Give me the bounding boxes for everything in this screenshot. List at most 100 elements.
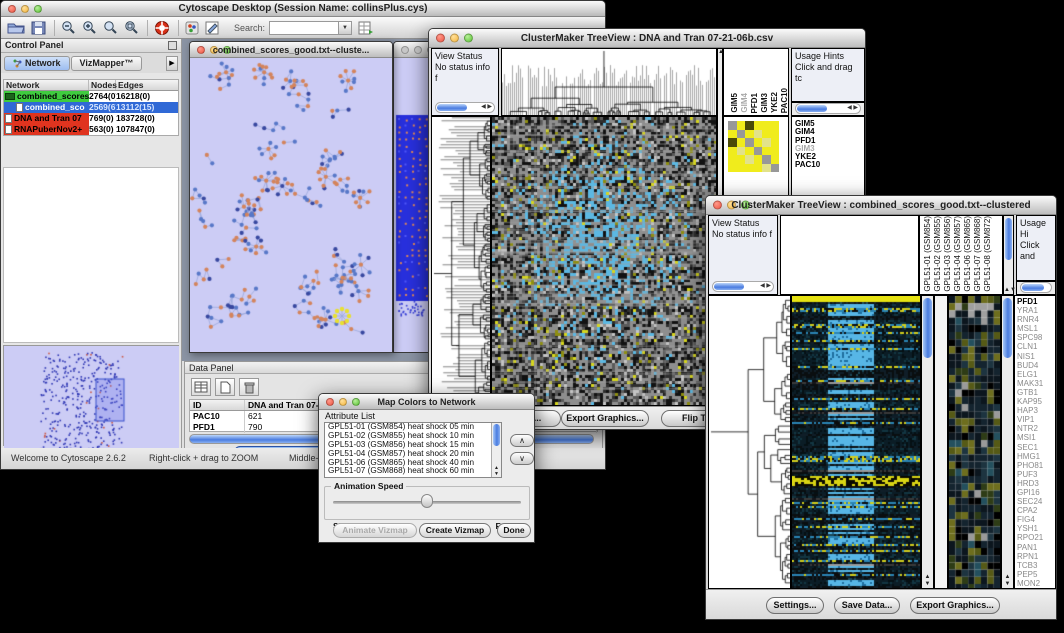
table-import-icon[interactable] (358, 21, 374, 35)
gene-label[interactable]: HAP3 (1015, 406, 1055, 415)
network-list-row[interactable]: RNAPuberNov2+563(0)107847(0) (4, 124, 178, 135)
gene-label[interactable]: SEC24 (1015, 497, 1055, 506)
scroll-arrows-icon[interactable]: ▲▼ (1004, 287, 1013, 294)
tv2-hints-scrollbar[interactable] (1016, 281, 1056, 295)
gene-label[interactable]: NIS1 (1015, 352, 1055, 361)
attribute-list-scrollbar[interactable]: ▲▼ (491, 423, 501, 477)
similarity-matrix[interactable] (728, 121, 779, 172)
similarity-cell[interactable] (728, 147, 737, 156)
similarity-cell[interactable] (728, 121, 737, 130)
network-window-titlebar[interactable]: combined_scores_good.txt--cluste... (190, 42, 392, 58)
similarity-cell[interactable] (745, 155, 754, 164)
tv2-save-data----button[interactable]: Save Data... (834, 597, 900, 614)
scroll-thumb[interactable] (923, 298, 932, 358)
tv2-secondary-heatmap[interactable] (948, 295, 1001, 589)
similarity-cell[interactable] (754, 130, 763, 139)
gene-label[interactable]: BUD4 (1015, 361, 1055, 370)
similarity-cell[interactable] (771, 121, 780, 130)
gene-label[interactable]: PFD1 (1015, 297, 1055, 306)
search-input[interactable] (269, 21, 339, 35)
similarity-cell[interactable] (737, 155, 746, 164)
gene-label[interactable]: PAN1 (1015, 543, 1055, 552)
similarity-cell[interactable] (754, 155, 763, 164)
zoom-fit-icon[interactable] (124, 20, 139, 35)
similarity-cell[interactable] (745, 138, 754, 147)
gene-label[interactable]: CLN1 (1015, 342, 1055, 351)
network-list-row[interactable]: combined_scores2764(0)16218(0) (4, 91, 178, 102)
scroll-thumb[interactable] (797, 105, 827, 112)
scroll-track[interactable]: ◀ ▶ (795, 103, 861, 114)
attribute-listbox[interactable]: GPL51-01 (GSM854) heat shock 05 minGPL51… (324, 422, 502, 478)
main-titlebar[interactable]: Cytoscape Desktop (Session Name: collins… (1, 1, 605, 17)
tv1-row-dendrogram[interactable] (431, 116, 491, 406)
gene-label[interactable]: MAK31 (1015, 379, 1055, 388)
similarity-cell[interactable] (728, 155, 737, 164)
scroll-track[interactable] (1020, 282, 1052, 293)
gene-label[interactable]: FIG4 (1015, 515, 1055, 524)
treeview2-titlebar[interactable]: ClusterMaker TreeView : combined_scores_… (706, 196, 1056, 215)
similarity-cell[interactable] (762, 155, 771, 164)
gene-label[interactable]: ELG1 (1015, 370, 1055, 379)
gene-label[interactable]: PHO81 (1015, 461, 1055, 470)
similarity-cell[interactable] (762, 147, 771, 156)
done-button[interactable]: Done (497, 523, 531, 538)
search-dropdown-icon[interactable]: ▼ (339, 21, 352, 35)
scroll-thumb[interactable] (1003, 298, 1012, 358)
gene-label[interactable]: GPI16 (1015, 488, 1055, 497)
delete-attribute-icon[interactable] (239, 378, 259, 396)
gene-label[interactable]: MSL1 (1015, 324, 1055, 333)
similarity-cell[interactable] (737, 130, 746, 139)
scroll-thumb[interactable] (437, 104, 467, 111)
birdseye-view[interactable] (3, 345, 179, 446)
similarity-cell[interactable] (754, 147, 763, 156)
similarity-cell[interactable] (771, 138, 780, 147)
scroll-arrows-icon[interactable]: ◀ ▶ (847, 104, 858, 113)
gene-label[interactable]: NTR2 (1015, 424, 1055, 433)
tv1-export-graphics----button[interactable]: Export Graphics... (561, 410, 649, 427)
similarity-cell[interactable] (728, 130, 737, 139)
gene-label[interactable]: MSI1 (1015, 433, 1055, 442)
tv1-heatmap[interactable] (491, 116, 717, 406)
gene-label[interactable]: PUF3 (1015, 470, 1055, 479)
similarity-cell[interactable] (771, 164, 780, 173)
network-canvas[interactable] (190, 58, 392, 352)
scroll-thumb[interactable] (493, 424, 500, 446)
vizmapper-icon[interactable] (185, 21, 199, 35)
scroll-thumb[interactable] (714, 283, 744, 290)
tv2-secondary-heatmap-canvas[interactable] (949, 296, 1000, 588)
zoom-selected-icon[interactable] (103, 20, 118, 35)
network-list-row[interactable]: combined_sco2569(6)13112(15) (4, 102, 178, 113)
tv2-secondary-scrollbar[interactable]: ▲▼ (1001, 295, 1014, 589)
annotation-icon[interactable] (205, 21, 220, 35)
scroll-arrows-icon[interactable]: ◀ ▶ (760, 282, 771, 291)
gene-label[interactable]: HRD3 (1015, 479, 1055, 488)
similarity-cell[interactable] (754, 164, 763, 173)
network-list-row[interactable]: DNA and Tran 07769(0)183728(0) (4, 113, 178, 124)
tv1-column-dendrogram-canvas[interactable] (502, 49, 716, 115)
similarity-cell[interactable] (745, 164, 754, 173)
save-icon[interactable] (31, 21, 46, 35)
tv2-export-graphics----button[interactable]: Export Graphics... (910, 597, 1000, 614)
similarity-cell[interactable] (745, 130, 754, 139)
tv1-row-dendrogram-canvas[interactable] (432, 117, 490, 405)
similarity-cell[interactable] (728, 138, 737, 147)
gene-label[interactable]: RPN1 (1015, 552, 1055, 561)
gene-label[interactable]: YRA1 (1015, 306, 1055, 315)
zoom-in-icon[interactable] (82, 20, 97, 35)
gene-label[interactable]: CPA2 (1015, 506, 1055, 515)
gene-label[interactable]: TCB3 (1015, 561, 1055, 570)
gene-label[interactable]: VIP1 (1015, 415, 1055, 424)
similarity-cell[interactable] (762, 130, 771, 139)
scroll-arrows-icon[interactable]: ▲▼ (922, 574, 933, 588)
gene-label[interactable]: HMG1 (1015, 452, 1055, 461)
attribute-table-icon[interactable] (191, 378, 211, 396)
tv2-row-dendrogram[interactable] (708, 295, 791, 589)
gene-label[interactable]: GTB1 (1015, 388, 1055, 397)
scroll-arrows-icon[interactable]: ◀ ▶ (481, 103, 492, 112)
move-down-button[interactable]: ∨ (510, 452, 534, 465)
gene-label[interactable]: RNR4 (1015, 315, 1055, 324)
similarity-cell[interactable] (737, 164, 746, 173)
tv1-heatmap-canvas[interactable] (492, 117, 716, 405)
float-panel-icon[interactable] (168, 41, 177, 50)
tv2-collabel-scrollbar[interactable]: ▲▼ (1003, 215, 1014, 295)
